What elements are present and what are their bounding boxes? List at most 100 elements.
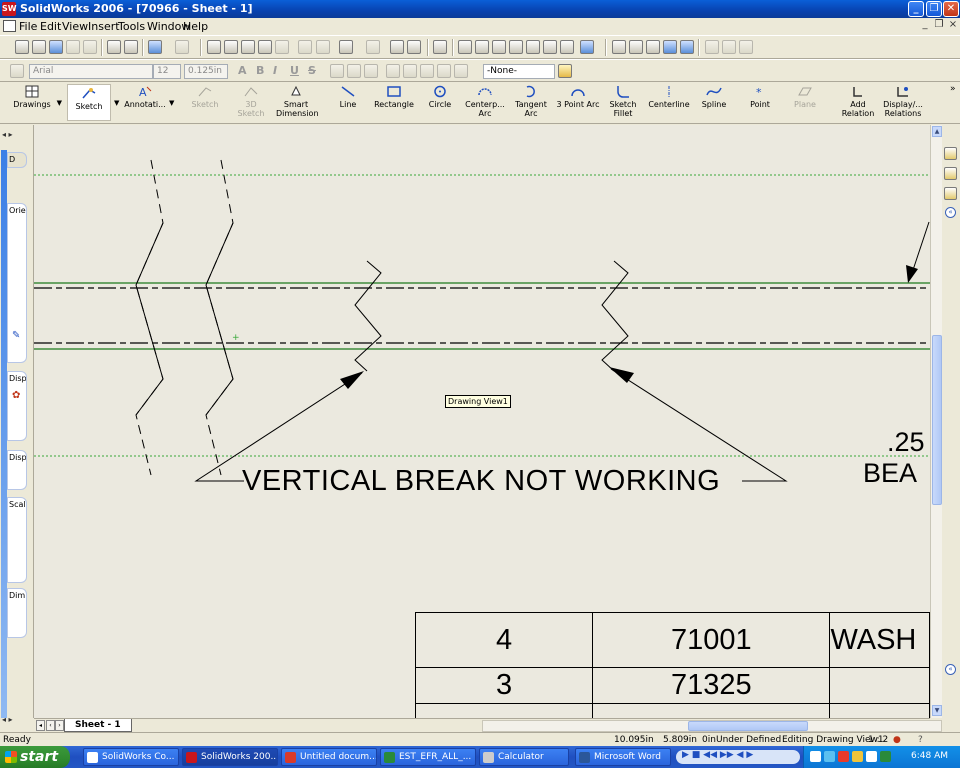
spline-button[interactable]: Spline: [698, 85, 730, 109]
font-select[interactable]: Arial: [29, 64, 153, 79]
redo-icon[interactable]: [175, 40, 189, 54]
smart-dimension-button[interactable]: Smart Dimension: [276, 85, 319, 118]
display-relations-button[interactable]: Display/... Relations: [880, 85, 926, 118]
circle-button[interactable]: Circle: [425, 85, 455, 109]
home-icon[interactable]: [944, 147, 957, 160]
align-left-icon[interactable]: [330, 64, 344, 78]
collapse-pane-icon[interactable]: «: [945, 664, 956, 675]
menu-view[interactable]: View: [62, 20, 88, 33]
document-icon[interactable]: [3, 20, 16, 32]
bom-part-cell[interactable]: 71325: [592, 667, 831, 704]
sketch-group-button[interactable]: Sketch: [67, 84, 111, 121]
tray-volume-icon[interactable]: [866, 751, 877, 762]
minimize-button[interactable]: _: [908, 1, 924, 17]
wireframe-icon[interactable]: [612, 40, 626, 54]
design-library-icon[interactable]: [944, 167, 957, 180]
shaded-with-edges-icon[interactable]: [663, 40, 677, 54]
rectangle-button[interactable]: Rectangle: [372, 85, 416, 109]
strikethrough-icon[interactable]: S: [308, 64, 316, 77]
tangent-arc-button[interactable]: Tangent Arc: [512, 85, 550, 118]
menu-insert[interactable]: Insert: [88, 20, 120, 33]
maximize-button[interactable]: ❐: [926, 1, 942, 17]
perspective-icon[interactable]: [722, 40, 736, 54]
bom-part-cell[interactable]: 71001: [592, 612, 831, 668]
taskbar-item-solidworks-community[interactable]: SolidWorks Co...: [83, 748, 179, 766]
annotations-group-button[interactable]: A Annotati...: [123, 85, 167, 109]
taskbar-item-microsoft-word[interactable]: Microsoft Word: [575, 748, 671, 766]
bom-part-cell[interactable]: 70964: [592, 703, 831, 718]
standard-views-icon[interactable]: [580, 40, 594, 54]
bom-desc-cell[interactable]: [829, 667, 930, 704]
font-style-icon[interactable]: [10, 64, 24, 78]
tray-messenger-icon[interactable]: [824, 751, 835, 762]
new-icon[interactable]: [15, 40, 29, 54]
tray-security-icon[interactable]: [852, 751, 863, 762]
3-point-arc-button[interactable]: 3 Point Arc: [555, 85, 601, 109]
scroll-down-icon[interactable]: ▼: [932, 705, 942, 716]
doc-minimize-icon[interactable]: _: [919, 19, 931, 32]
vertical-scrollbar[interactable]: ▲ ▼: [930, 125, 942, 718]
close-button[interactable]: ✕: [943, 1, 959, 17]
pan-icon[interactable]: [543, 40, 557, 54]
make-drawing-icon[interactable]: [66, 40, 80, 54]
file-explorer-icon[interactable]: [944, 187, 957, 200]
align-right-icon[interactable]: [364, 64, 378, 78]
zoom-area-icon[interactable]: [475, 40, 489, 54]
snap-icon[interactable]: [316, 40, 330, 54]
start-button[interactable]: start: [0, 746, 70, 768]
save-icon[interactable]: [49, 40, 63, 54]
add-relation-button[interactable]: Add Relation: [840, 85, 876, 118]
rebuild-status-icon[interactable]: ●: [893, 735, 901, 745]
taskbar-item-calculator[interactable]: Calculator: [479, 748, 569, 766]
panel-arrows-icon[interactable]: ◂ ▸: [2, 130, 13, 139]
sketch-fillet-button[interactable]: Sketch Fillet: [606, 85, 640, 118]
horizontal-scrollbar[interactable]: [482, 720, 942, 732]
menu-file[interactable]: File: [19, 20, 37, 33]
numbering-icon[interactable]: [420, 64, 434, 78]
sketch-button[interactable]: Sketch: [188, 85, 222, 109]
sheet-tab[interactable]: Sheet - 1: [64, 719, 132, 732]
3d-sketch-button[interactable]: 3D Sketch: [231, 85, 271, 118]
help-icon[interactable]: [407, 40, 421, 54]
section-view-icon[interactable]: [739, 40, 753, 54]
sketch-group-dropdown-icon[interactable]: ▼: [114, 99, 119, 107]
italic-icon[interactable]: I: [273, 64, 277, 77]
indent-icon[interactable]: [437, 64, 451, 78]
menu-edit[interactable]: Edit: [40, 20, 61, 33]
grid-icon[interactable]: [298, 40, 312, 54]
panel-card-display-style[interactable]: Disp: [7, 450, 27, 490]
bom-item-cell[interactable]: 4: [414, 612, 594, 668]
bill-of-materials-table[interactable]: 4 71001 WASH 3 71325 2 70964: [414, 612, 930, 718]
menu-help[interactable]: Help: [183, 20, 208, 33]
first-sheet-icon[interactable]: ◂: [36, 720, 45, 731]
centerline-button[interactable]: Centerline: [647, 85, 691, 109]
drawing-canvas[interactable]: + Drawing View1 VERTICAL BREAK NOT WORKI…: [34, 125, 930, 718]
outdent-icon[interactable]: [454, 64, 468, 78]
drawings-group-button[interactable]: Drawings ▼: [12, 85, 62, 109]
menu-tools[interactable]: Tools: [118, 20, 145, 33]
right-note-line-1[interactable]: .25: [887, 427, 925, 458]
vertical-scroll-thumb[interactable]: [932, 335, 942, 505]
panel-card-scale[interactable]: Scal: [7, 497, 27, 583]
prev-sheet-icon[interactable]: ‹: [46, 720, 55, 731]
view-orientation-icon[interactable]: [560, 40, 574, 54]
print-preview-icon[interactable]: [124, 40, 138, 54]
shaded-icon[interactable]: [680, 40, 694, 54]
align-center-icon[interactable]: [347, 64, 361, 78]
media-controls-icon[interactable]: ▶ ■ ◀◀ ▶▶ ◀ ▶: [682, 750, 753, 760]
text-height-field[interactable]: 0.125in: [184, 64, 228, 79]
traffic-light-icon[interactable]: [258, 40, 272, 54]
bom-desc-cell[interactable]: [829, 703, 930, 718]
hidden-lines-removed-icon[interactable]: [646, 40, 660, 54]
zoom-fit-icon[interactable]: [458, 40, 472, 54]
font-color-icon[interactable]: A: [238, 64, 247, 77]
taskbar-item-est-efr[interactable]: EST_EFR_ALL_...: [380, 748, 476, 766]
panel-tab-drawing[interactable]: D: [7, 152, 27, 168]
point-button[interactable]: * Point: [745, 85, 775, 109]
undo-icon[interactable]: [148, 40, 162, 54]
break-note-text[interactable]: VERTICAL BREAK NOT WORKING: [242, 465, 720, 498]
rebuild-icon[interactable]: [241, 40, 255, 54]
line-button[interactable]: Line: [333, 85, 363, 109]
media-toolbar[interactable]: ▶ ■ ◀◀ ▶▶ ◀ ▶: [676, 750, 800, 764]
pushpin-icon[interactable]: ✎: [12, 330, 20, 341]
